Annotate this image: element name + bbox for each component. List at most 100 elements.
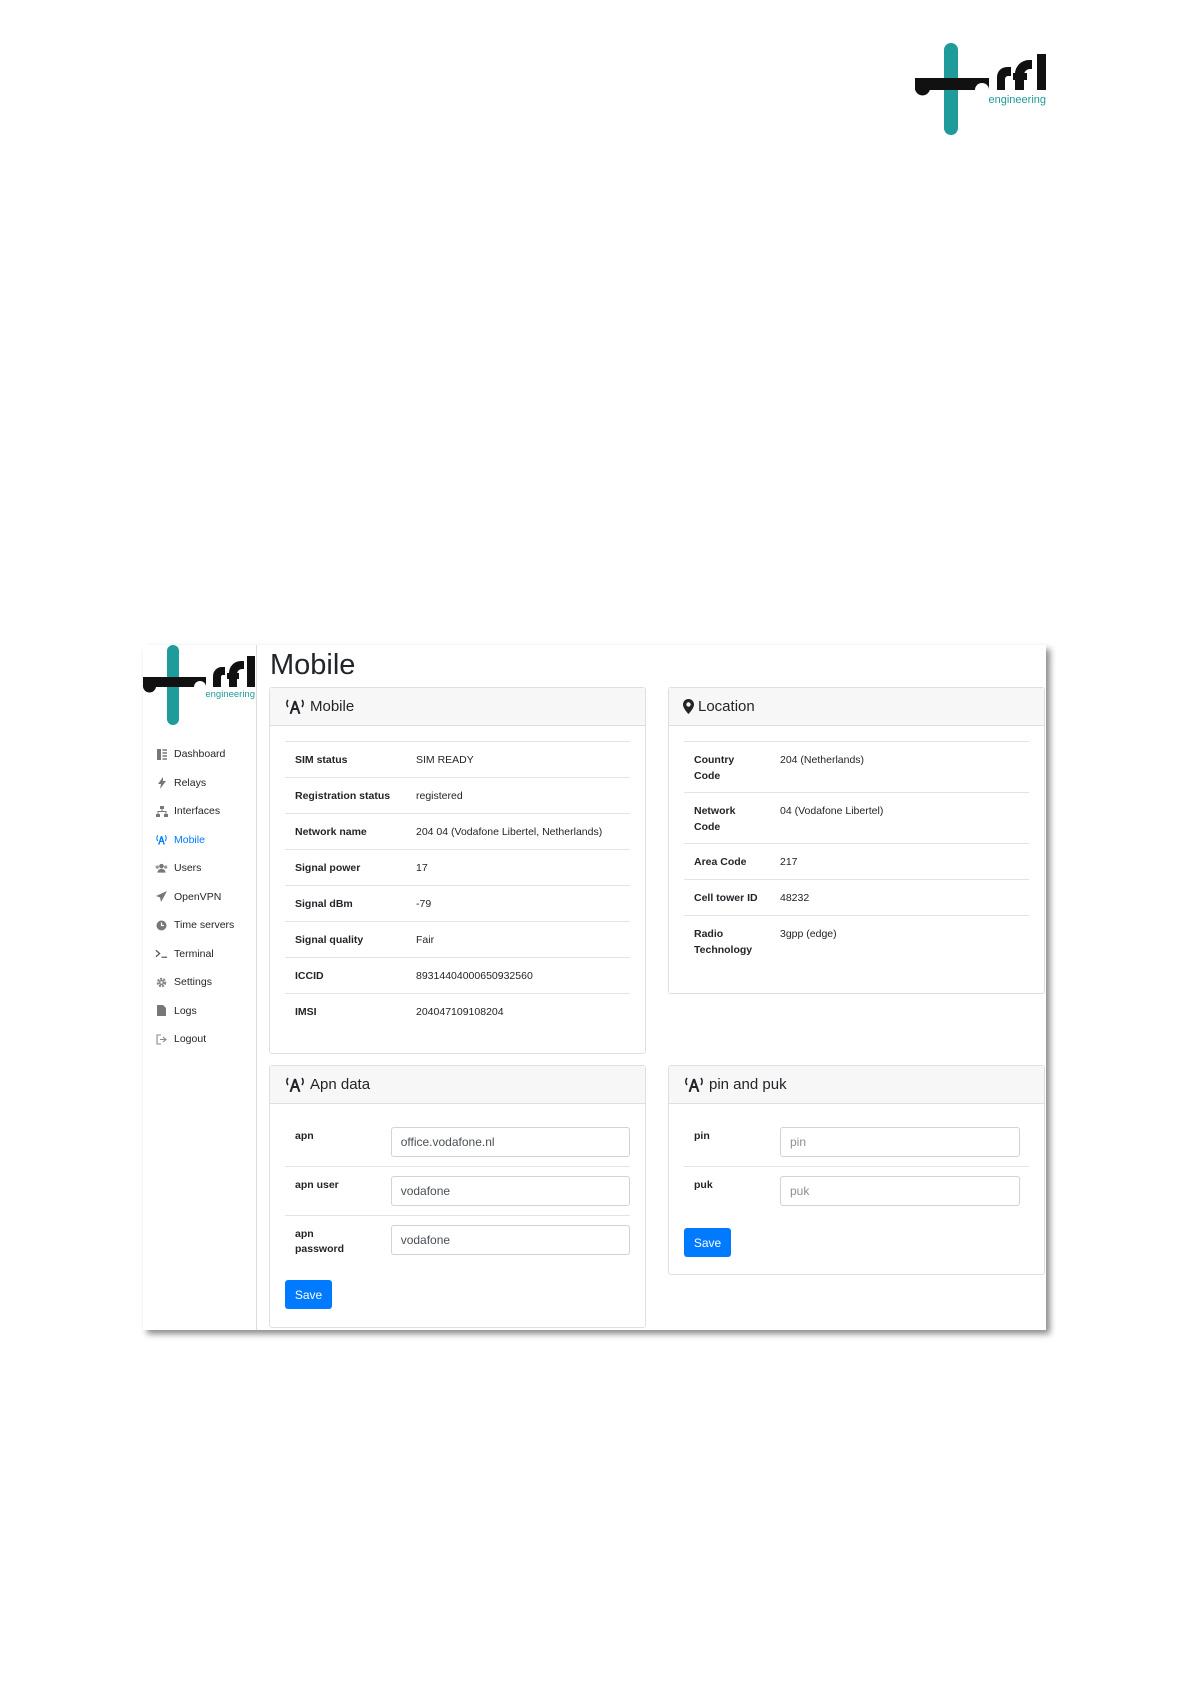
row-key: Signal dBm [295, 897, 353, 910]
sidebar-item-mobile[interactable]: Mobile [143, 826, 255, 855]
row-key: Registration status [295, 789, 391, 802]
sidebar-item-logout[interactable]: Logout [143, 1025, 255, 1054]
table-row: Area Code 217 [684, 843, 1029, 879]
table-row: Network Code 04 (Vodafone Libertel) [684, 792, 1029, 843]
row-key-line: Code [694, 821, 721, 833]
dashboard-icon [155, 748, 168, 760]
brand-tagline: engineering [989, 94, 1047, 106]
sidebar-item-interfaces[interactable]: Interfaces [143, 797, 255, 826]
clock-icon [155, 919, 168, 931]
app-screenshot: engineering Dashboard Relays Interfaces [143, 645, 1046, 1330]
table-row: Radio Technology 3gpp (edge) [684, 915, 1029, 966]
row-value: 3gpp (edge) [780, 928, 837, 940]
apn-password-input[interactable] [390, 1225, 630, 1255]
sidebar-item-logs[interactable]: Logs [143, 997, 255, 1026]
form-row-apn: apn [285, 1118, 630, 1166]
row-key: IMSI [295, 1005, 317, 1018]
page-title: Mobile [270, 649, 356, 681]
pin-save-button[interactable]: Save [684, 1228, 731, 1257]
card-header: Mobile [270, 688, 645, 726]
row-key: Signal quality [295, 933, 364, 946]
sidebar: engineering Dashboard Relays Interfaces [143, 645, 257, 1330]
rfi-engineering-logo: engineering [915, 43, 1047, 135]
sidebar-item-label: Mobile [174, 833, 205, 846]
card-title: Mobile [310, 698, 355, 715]
card-header: Apn data [270, 1066, 645, 1104]
puk-label: puk [694, 1179, 713, 1191]
sidebar-brand-tagline: engineering [205, 689, 255, 700]
location-card: Location Country Code 204 (Netherlands) N… [668, 687, 1045, 994]
sidebar-item-terminal[interactable]: Terminal [143, 940, 255, 969]
sidebar-item-label: Time servers [174, 919, 235, 932]
sidebar-item-time-servers[interactable]: Time servers [143, 911, 255, 940]
row-key: Country Code [684, 752, 780, 792]
card-title: pin and puk [709, 1076, 787, 1093]
row-value: registered [416, 789, 463, 802]
row-value: 204047109108204 [416, 1005, 504, 1018]
form-row-apn-user: apn user [285, 1166, 630, 1215]
row-value: 89314404000650932560 [416, 969, 533, 982]
form-row-apn-password: apn password [285, 1215, 630, 1265]
apn-user-input[interactable] [390, 1176, 630, 1206]
row-value: 204 (Netherlands) [780, 754, 865, 766]
sidebar-item-label: OpenVPN [174, 890, 222, 903]
form-row-pin: pin [684, 1118, 1029, 1166]
sidebar-item-relays[interactable]: Relays [143, 769, 255, 798]
table-row: Signal quality Fair [285, 921, 630, 957]
puk-input[interactable] [780, 1176, 1020, 1206]
sidebar-item-label: Dashboard [174, 748, 226, 761]
row-key: Radio Technology [684, 926, 780, 966]
table-row: Signal power 17 [285, 849, 630, 885]
row-key-line: Code [694, 770, 721, 782]
sidebar-item-label: Users [174, 862, 202, 875]
row-key-line: Radio [694, 928, 724, 940]
row-value: 04 (Vodafone Libertel) [780, 805, 884, 817]
table-row: SIM status SIM READY [285, 741, 630, 777]
label-line: apn user [295, 1179, 339, 1191]
label-line: apn [295, 1130, 314, 1142]
row-value: 217 [780, 855, 798, 868]
table-row: Registration status registered [285, 777, 630, 813]
card-title: Apn data [310, 1076, 371, 1093]
mobile-card: Mobile SIM status SIM READY Registration… [269, 687, 646, 1054]
label-line: apn [295, 1228, 314, 1240]
row-key: ICCID [295, 969, 324, 982]
sidebar-item-label: Terminal [174, 947, 214, 960]
apn-save-button[interactable]: Save [285, 1280, 332, 1309]
table-row: Signal dBm -79 [285, 885, 630, 921]
pin-puk-card: pin and puk pin puk Save [668, 1065, 1045, 1275]
sidebar-item-label: Logout [174, 1033, 207, 1046]
table-row: ICCID 89314404000650932560 [285, 957, 630, 993]
row-key: Cell tower ID [694, 891, 758, 904]
row-key: Network name [295, 825, 367, 838]
form-row-puk: puk [684, 1166, 1029, 1215]
sidebar-item-settings[interactable]: Settings [143, 968, 255, 997]
row-value: 204 04 (Vodafone Libertel, Netherlands) [416, 825, 603, 838]
network-icon [155, 805, 168, 817]
apn-input[interactable] [390, 1127, 630, 1157]
antenna-icon [155, 834, 168, 846]
label-line: password [295, 1243, 345, 1255]
row-key-line: Technology [694, 944, 753, 956]
sidebar-logo: engineering [143, 645, 255, 725]
sidebar-item-openvpn[interactable]: OpenVPN [143, 883, 255, 912]
pin-input[interactable] [780, 1127, 1020, 1157]
sidebar-item-dashboard[interactable]: Dashboard [143, 740, 255, 769]
card-header: pin and puk [669, 1066, 1044, 1104]
sidebar-item-users[interactable]: Users [143, 854, 255, 883]
sidebar-item-label: Settings [174, 976, 212, 989]
map-marker-icon [683, 699, 694, 714]
logout-icon [155, 1033, 168, 1045]
row-key-line: Network [694, 805, 736, 817]
apn-label: apn [285, 1127, 391, 1144]
row-key: SIM status [295, 753, 348, 766]
row-key-line: Country [694, 754, 735, 766]
location-info-table: Country Code 204 (Netherlands) Network Cod… [684, 741, 1029, 966]
apn-user-label: apn user [285, 1176, 391, 1193]
antenna-icon [284, 1077, 306, 1092]
users-icon [155, 862, 168, 874]
terminal-icon [155, 948, 168, 960]
card-title: Location [698, 698, 755, 715]
row-value: 48232 [780, 891, 810, 904]
apn-form: apn apn user apn password [285, 1118, 630, 1265]
